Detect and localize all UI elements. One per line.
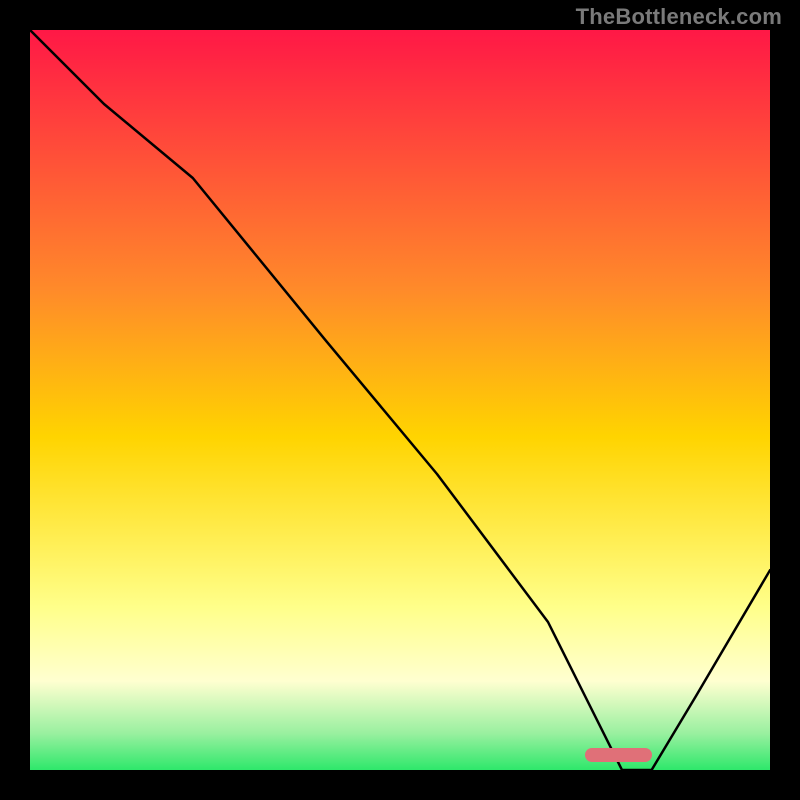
chart-canvas: TheBottleneck.com [0,0,800,800]
watermark-text: TheBottleneck.com [576,4,782,30]
optimum-marker [585,748,652,762]
bottleneck-curve [30,30,770,770]
plot-area [30,30,770,770]
